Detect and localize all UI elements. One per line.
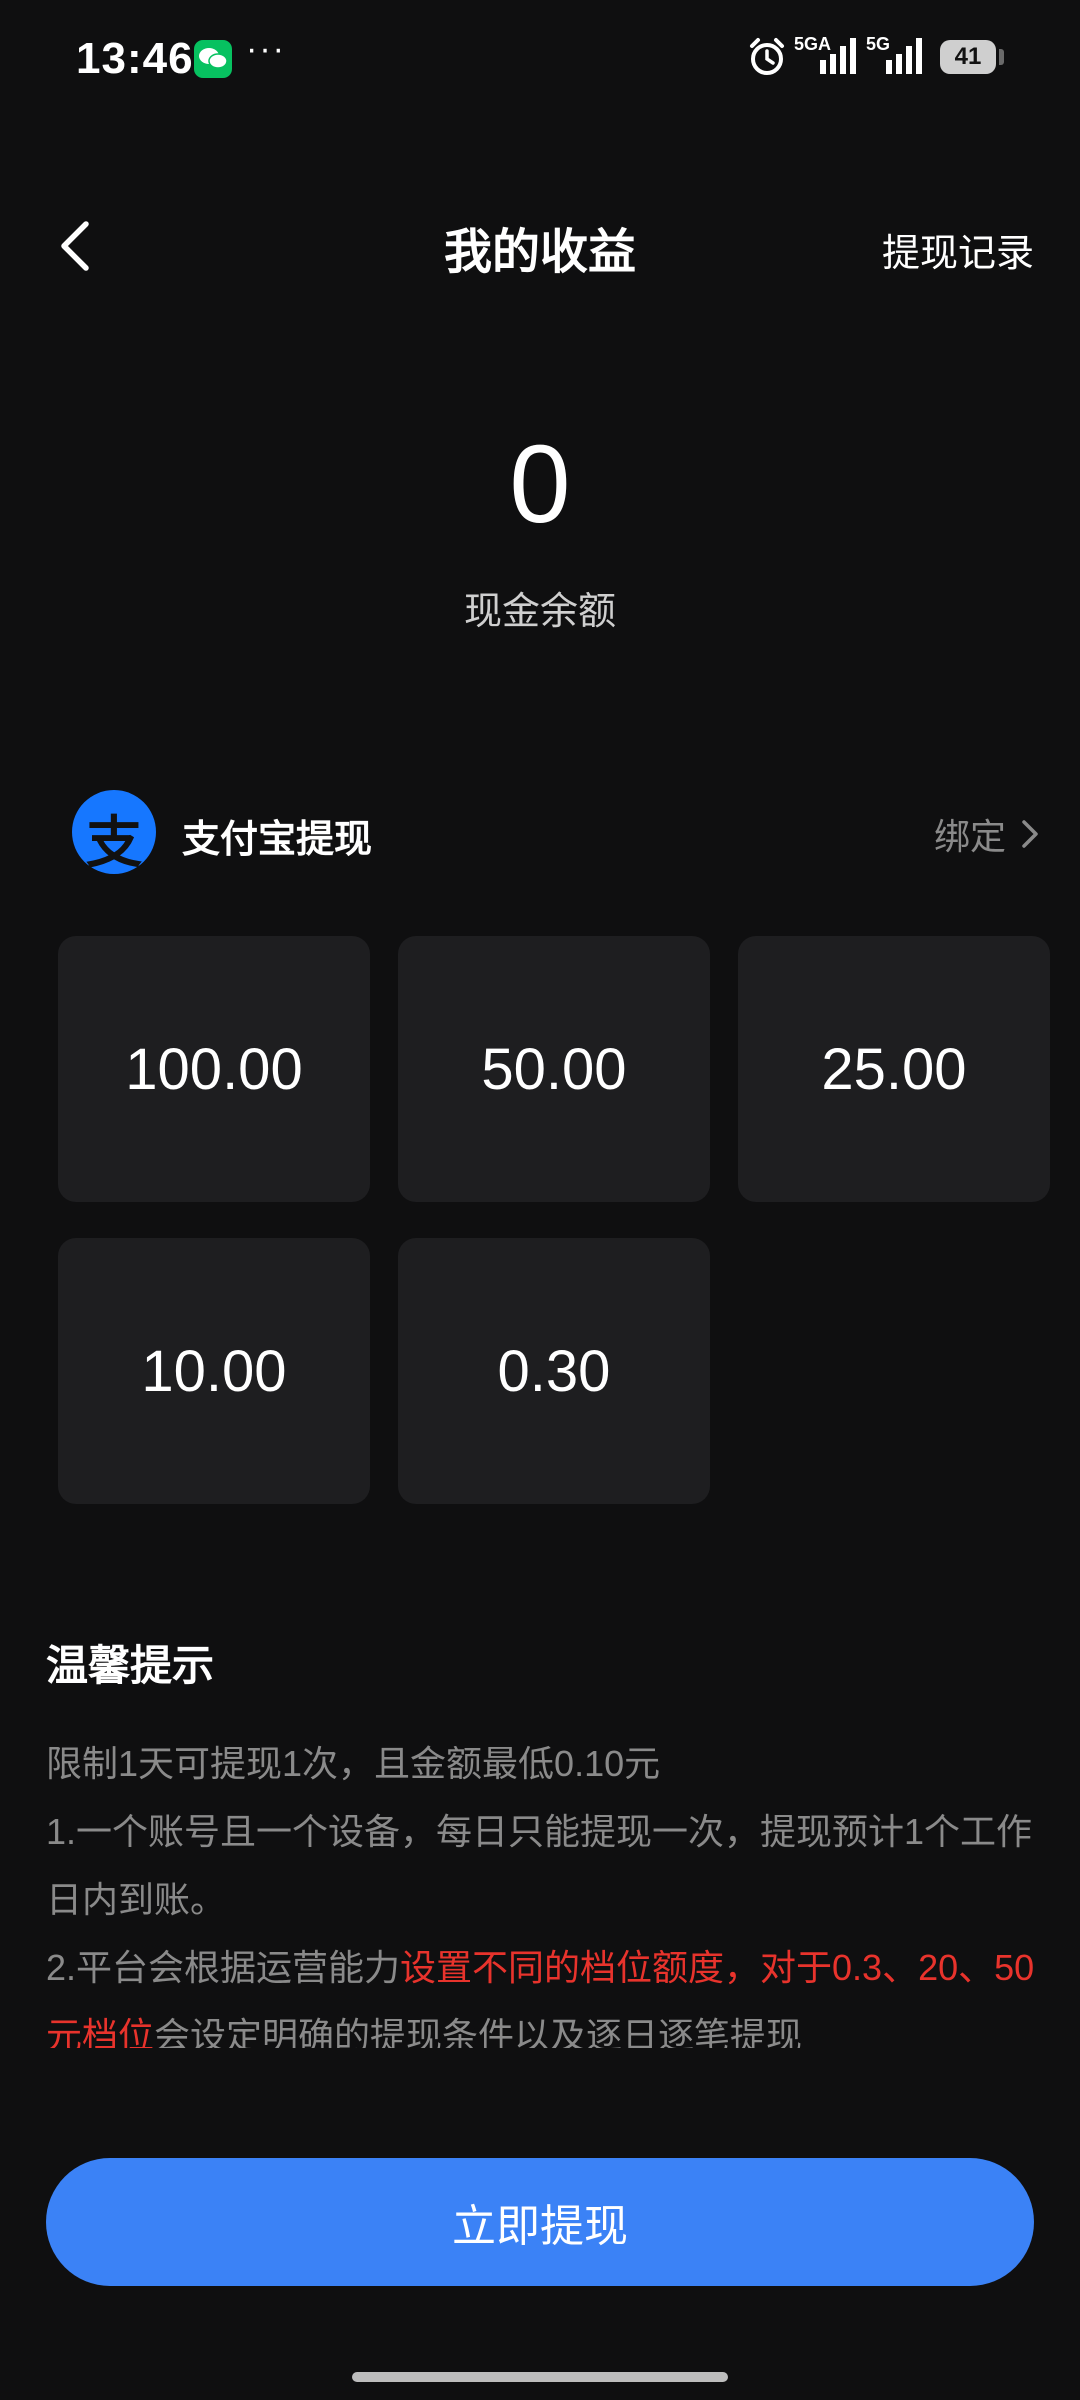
balance-value: 0 [509, 423, 571, 546]
alipay-logo-icon: 支 [72, 790, 156, 874]
alipay-logo-glyph: 支 [86, 811, 142, 874]
notification-more-icon: ··· [246, 30, 286, 68]
amount-option[interactable]: 50.00 [398, 936, 710, 1202]
alipay-title: 支付宝提现 [182, 819, 373, 861]
tips-text: 2.平台会根据运营能力 [46, 1947, 401, 1988]
amount-option[interactable]: 25.00 [738, 936, 1050, 1202]
balance-label: 现金余额 [463, 591, 616, 633]
withdraw-history-link[interactable]: 提现记录 [882, 222, 1034, 277]
tips-title: 温馨提示 [46, 1642, 215, 1689]
signal-strength-icon [818, 30, 862, 83]
bind-label: 绑定 [933, 816, 1006, 857]
battery-icon: 41 [940, 40, 996, 74]
status-bar: 13:46 ··· 5GA 5G 41 [0, 0, 1080, 120]
tips-line: 2.平台会根据运营能力设置不同的档位额度，对于0.3、20、50元档位会设定明确… [46, 1934, 1036, 2048]
bind-button[interactable]: 绑定 [934, 808, 1042, 860]
status-time: 13:46 [76, 34, 194, 83]
signal-strength-icon [884, 30, 928, 83]
amount-option[interactable]: 10.00 [58, 1238, 370, 1504]
amount-option[interactable]: 0.30 [398, 1238, 710, 1504]
wechat-icon [194, 40, 232, 78]
withdraw-now-button[interactable]: 立即提现 [46, 2158, 1034, 2286]
alipay-withdraw-row[interactable]: 支 支付宝提现 绑定 [72, 786, 1042, 876]
tips-line: 限制1天可提现1次，且金额最低0.10元 [46, 1743, 661, 1784]
home-indicator[interactable] [352, 2372, 728, 2382]
tips-text: 会设定明确的提现条件以及逐日逐笔提现 [154, 2015, 803, 2048]
battery-tip [999, 49, 1004, 65]
tips-body: 限制1天可提现1次，且金额最低0.10元 1.一个账号且一个设备，每日只能提现一… [46, 1730, 1036, 2048]
tips-line: 1.一个账号且一个设备，每日只能提现一次，提现预计1个工作日内到账。 [46, 1811, 1033, 1920]
alarm-icon [746, 36, 788, 78]
chevron-right-icon [1022, 820, 1038, 848]
amount-option[interactable]: 100.00 [58, 936, 370, 1202]
